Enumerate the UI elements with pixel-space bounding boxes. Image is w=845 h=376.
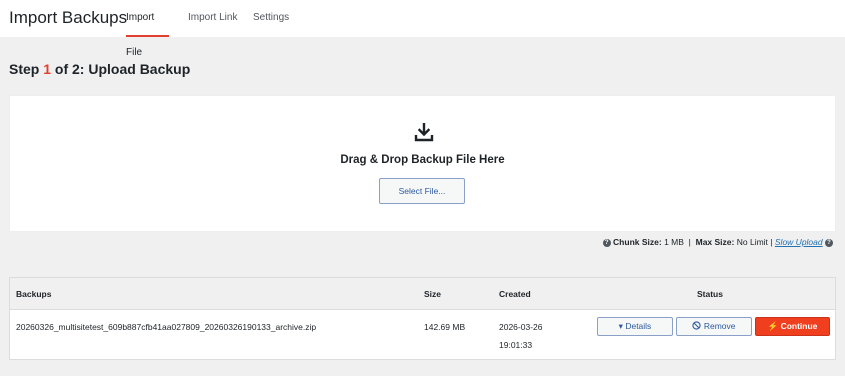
table-header: Backups Size Created Status	[10, 278, 835, 310]
created-time: 19:01:33	[499, 340, 533, 350]
drop-zone[interactable]: Drag & Drop Backup File Here Select File…	[9, 95, 836, 232]
help-icon[interactable]: ?	[602, 238, 611, 247]
details-button[interactable]: ▾ Details	[597, 317, 673, 336]
tab-import-file[interactable]: Import File	[126, 0, 169, 58]
step-number: 1	[43, 61, 52, 77]
backups-table: Backups Size Created Status 20260326_mul…	[9, 277, 836, 360]
chunk-size-value: 1 MB	[664, 237, 684, 247]
max-size-value: No Limit	[736, 237, 768, 247]
remove-button[interactable]: Remove	[676, 317, 752, 336]
continue-button[interactable]: ⚡ Continue	[755, 317, 830, 336]
caret-down-icon: ▾	[618, 321, 623, 331]
tab-settings[interactable]: Settings	[253, 0, 289, 37]
column-header-backups: Backups	[16, 289, 52, 299]
page-title: Import Backups	[9, 8, 128, 27]
top-bar: Import Backups Import File Import Link S…	[0, 0, 845, 58]
tab-import-link[interactable]: Import Link	[188, 0, 237, 37]
bolt-icon: ⚡	[767, 321, 779, 331]
max-size-label: Max Size:	[695, 237, 735, 247]
step-suffix: of 2: Upload Backup	[51, 61, 191, 77]
separator: |	[688, 237, 691, 247]
select-file-button[interactable]: Select File...	[379, 178, 465, 204]
step-heading: Step 1 of 2: Upload Backup	[9, 61, 190, 77]
backup-filename: 20260326_multisitetest_609b887cfb41aa027…	[16, 322, 317, 332]
chunk-size-label: Chunk Size:	[613, 237, 662, 247]
ban-icon	[692, 321, 702, 330]
column-header-status: Status	[697, 289, 723, 299]
remove-label: Remove	[703, 321, 736, 331]
column-header-size: Size	[424, 289, 442, 299]
backup-size: 142.69 MB	[424, 322, 466, 332]
column-header-created: Created	[499, 289, 531, 299]
details-label: Details	[625, 321, 652, 331]
step-prefix: Step	[9, 61, 44, 77]
upload-info: ? Chunk Size: 1 MB | Max Size: No Limit …	[602, 237, 833, 247]
download-icon	[414, 123, 434, 142]
separator: |	[770, 237, 773, 247]
created-date: 2026-03-26	[499, 322, 543, 332]
slow-upload-link[interactable]: Slow Upload	[775, 237, 823, 247]
help-icon[interactable]: ?	[825, 238, 833, 247]
drop-instructions: Drag & Drop Backup File Here	[340, 154, 505, 166]
continue-label: Continue	[780, 321, 818, 331]
